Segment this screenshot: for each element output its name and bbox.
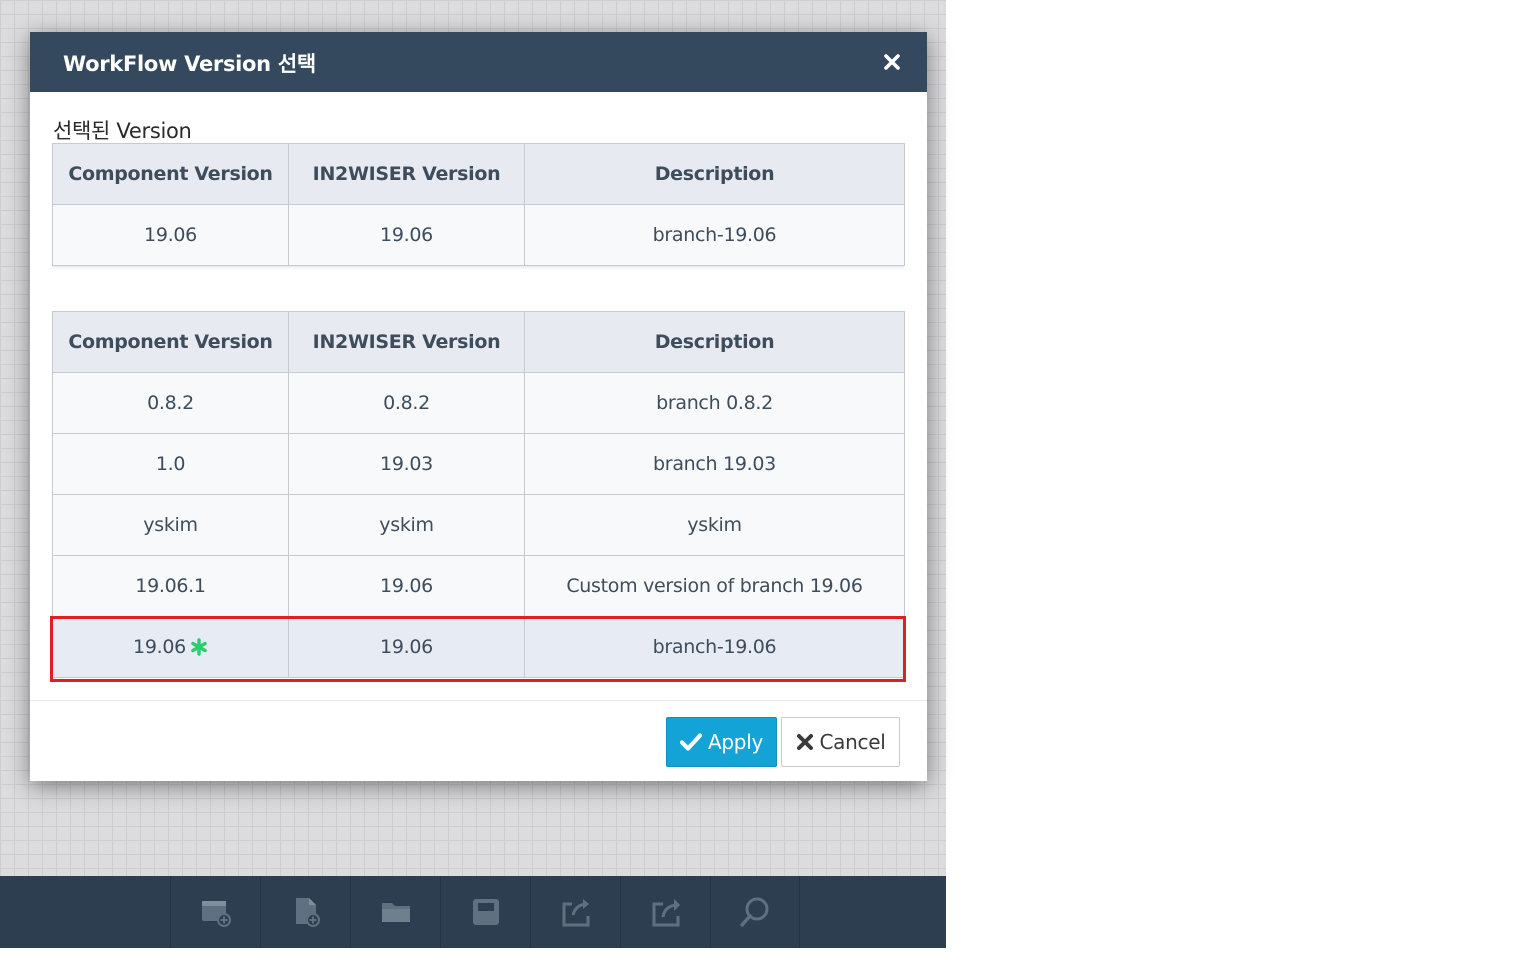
cell-description: branch-19.06 — [524, 616, 905, 678]
new-window-icon — [201, 901, 231, 927]
import-button[interactable] — [530, 876, 620, 948]
table-row[interactable]: 1.0 19.03 branch 19.03 — [52, 433, 905, 495]
folder-icon — [381, 903, 410, 922]
cell-in2wiser-version: 19.06 — [288, 555, 525, 617]
selected-version-label: 선택된 Version — [53, 119, 192, 143]
search-icon — [740, 897, 769, 927]
save-button[interactable] — [440, 876, 530, 948]
dialog-header: WorkFlow Version 선택 — [30, 32, 927, 92]
export-icon — [652, 899, 680, 927]
table-row-selected[interactable]: 19.06 19.06 branch-19.06 — [52, 616, 905, 678]
import-icon — [562, 899, 589, 927]
cell-component-version: 19.06.1 — [52, 555, 289, 617]
close-icon — [884, 54, 900, 70]
new-file-icon — [295, 898, 320, 927]
export-button[interactable] — [620, 876, 710, 948]
new-window-button[interactable] — [170, 876, 260, 948]
cancel-button[interactable]: Cancel — [781, 717, 900, 767]
column-header-component-version: Component Version — [52, 311, 289, 373]
open-folder-button[interactable] — [350, 876, 440, 948]
cell-in2wiser-version: 0.8.2 — [288, 372, 525, 434]
cell-description: yskim — [524, 494, 905, 556]
cell-component-version: 19.06 — [52, 204, 289, 266]
table-header-row: Component Version IN2WISER Version Descr… — [52, 311, 905, 373]
x-icon — [796, 734, 813, 750]
apply-button[interactable]: Apply — [666, 717, 777, 767]
table-header-row: Component Version IN2WISER Version Descr… — [52, 143, 905, 205]
cell-component-version: 1.0 — [52, 433, 289, 495]
table-row[interactable]: yskim yskim yskim — [52, 494, 905, 556]
table-row: 19.06 19.06 branch-19.06 — [52, 204, 905, 266]
cell-description: branch 0.8.2 — [524, 372, 905, 434]
table-row[interactable]: 0.8.2 0.8.2 branch 0.8.2 — [52, 372, 905, 434]
column-header-description: Description — [524, 311, 905, 373]
column-header-in2wiser-version: IN2WISER Version — [288, 311, 525, 373]
column-header-description: Description — [524, 143, 905, 205]
table-row[interactable]: 19.06.1 19.06 Custom version of branch 1… — [52, 555, 905, 617]
cell-in2wiser-version: 19.06 — [288, 616, 525, 678]
new-file-button[interactable] — [260, 876, 350, 948]
save-icon — [472, 899, 499, 925]
workflow-version-dialog: WorkFlow Version 선택 선택된 Version Componen… — [30, 32, 927, 781]
cell-description: Custom version of branch 19.06 — [524, 555, 905, 617]
check-icon — [680, 733, 703, 751]
bottom-toolbar — [0, 876, 946, 948]
apply-button-label: Apply — [708, 730, 763, 754]
cell-component-version: yskim — [52, 494, 289, 556]
cell-description: branch-19.06 — [524, 204, 905, 266]
close-button[interactable] — [878, 48, 906, 76]
cell-in2wiser-version: 19.03 — [288, 433, 525, 495]
cell-in2wiser-version: 19.06 — [288, 204, 525, 266]
column-header-component-version: Component Version — [52, 143, 289, 205]
footer-divider — [30, 700, 927, 701]
cell-in2wiser-version: yskim — [288, 494, 525, 556]
selected-version-table: Component Version IN2WISER Version Descr… — [52, 143, 905, 266]
cell-component-version: 19.06 — [52, 616, 289, 678]
cell-component-version: 0.8.2 — [52, 372, 289, 434]
cancel-button-label: Cancel — [819, 730, 886, 754]
version-list-table: Component Version IN2WISER Version Descr… — [52, 311, 905, 678]
table-divider — [52, 266, 904, 270]
dialog-title: WorkFlow Version 선택 — [63, 52, 316, 76]
cell-component-version-text: 19.06 — [133, 636, 186, 658]
asterisk-icon — [191, 638, 207, 656]
cell-description: branch 19.03 — [524, 433, 905, 495]
search-button[interactable] — [710, 876, 800, 948]
column-header-in2wiser-version: IN2WISER Version — [288, 143, 525, 205]
